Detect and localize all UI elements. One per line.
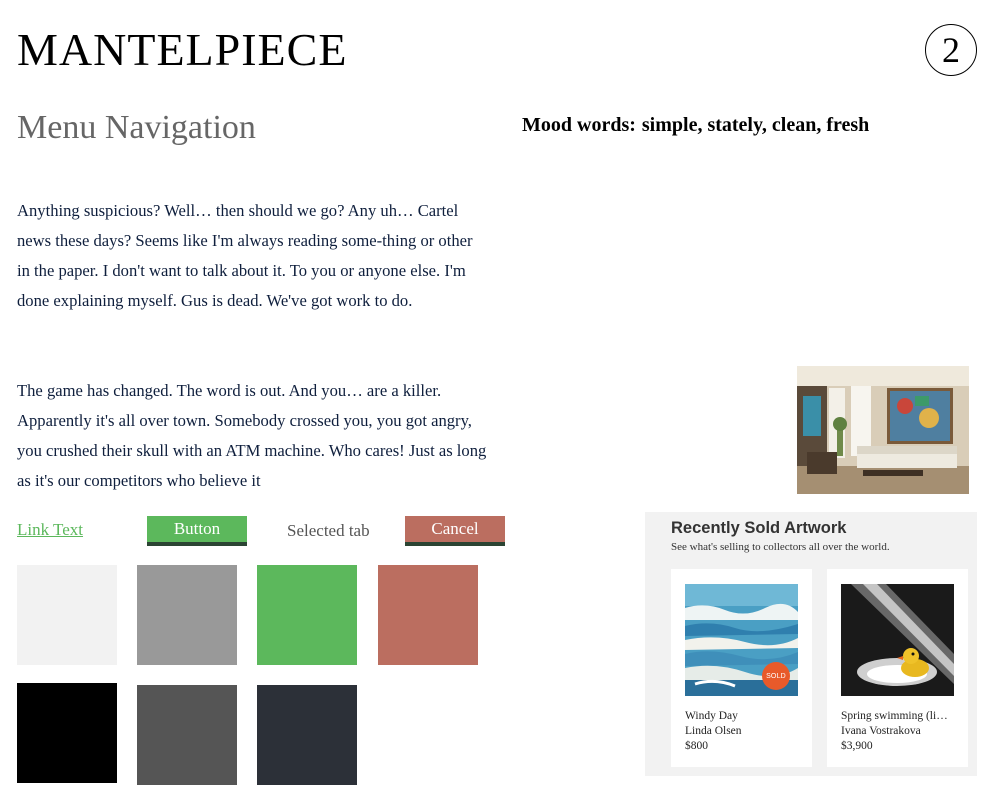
page-number-badge: 2: [925, 24, 977, 76]
artwork-meta: Windy Day Linda Olsen $800: [685, 709, 803, 754]
cancel-button[interactable]: Cancel: [405, 516, 505, 546]
artwork-card[interactable]: SOLD Windy Day Linda Olsen $800: [671, 569, 812, 767]
mood-label: Mood words:: [522, 114, 636, 136]
seascape-painting-image: SOLD: [685, 584, 798, 696]
body-paragraph-1: Anything suspicious? Well… then should w…: [17, 201, 473, 310]
mood-words: Mood words: simple, stately, clean, fresh: [522, 114, 869, 137]
swatch-gray: [137, 565, 237, 665]
body-paragraph-2: The game has changed. The word is out. A…: [17, 381, 487, 490]
recently-sold-subtitle: See what's selling to collectors all ove…: [671, 541, 890, 553]
swatch-black: [17, 683, 117, 783]
artwork-price: $800: [685, 740, 708, 752]
artwork-artist: Ivana Vostrakova: [841, 725, 921, 737]
section-title: Menu Navigation: [17, 109, 256, 146]
recently-sold-panel: Recently Sold Artwork See what's selling…: [645, 512, 977, 776]
artwork-price: $3,900: [841, 740, 873, 752]
sample-link[interactable]: Link Text: [17, 520, 83, 540]
selected-tab[interactable]: Selected tab: [287, 521, 370, 541]
mood-value: simple, stately, clean, fresh: [641, 114, 870, 136]
artwork-title: Windy Day: [685, 710, 738, 722]
living-room-image: [797, 366, 969, 494]
brand-title: MANTELPIECE: [17, 24, 348, 75]
rubber-duck-photo-image: [841, 584, 954, 696]
swatch-charcoal: [257, 685, 357, 785]
artwork-meta: Spring swimming (li… Ivana Vostrakova $3…: [841, 709, 959, 754]
primary-button[interactable]: Button: [147, 516, 247, 546]
recently-sold-title: Recently Sold Artwork: [671, 519, 847, 537]
swatch-light-gray: [17, 565, 117, 665]
artwork-artist: Linda Olsen: [685, 725, 742, 737]
swatch-terracotta: [378, 565, 478, 665]
sold-badge: SOLD: [762, 662, 790, 690]
artwork-title: Spring swimming (li…: [841, 710, 948, 722]
swatch-green: [257, 565, 357, 665]
swatch-dark-gray: [137, 685, 237, 785]
artwork-card[interactable]: Spring swimming (li… Ivana Vostrakova $3…: [827, 569, 968, 767]
